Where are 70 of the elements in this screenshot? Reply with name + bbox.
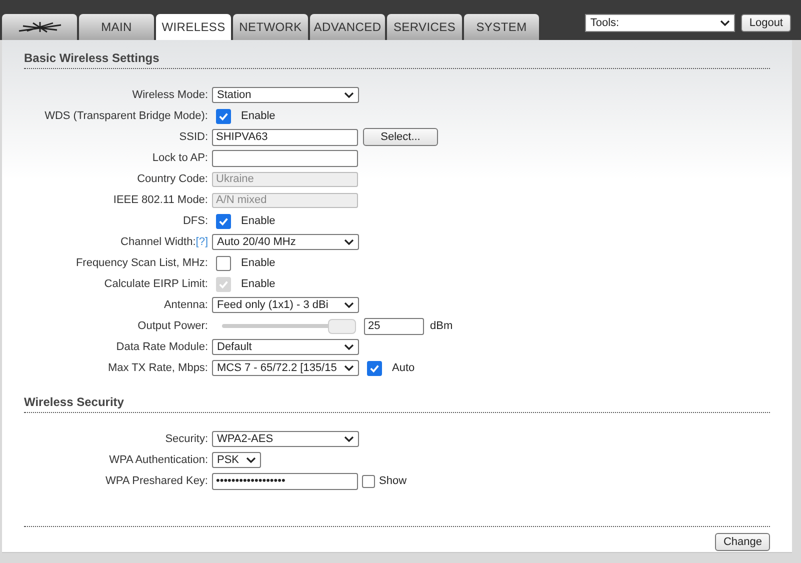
checkbox-label: Enable [241, 278, 276, 290]
field-label: WPA Preshared Key: [105, 475, 208, 487]
caret-icon [344, 239, 354, 245]
caret-icon [344, 344, 354, 350]
tools-dropdown[interactable]: Tools: [585, 14, 736, 32]
logo-tab[interactable] [2, 14, 77, 40]
field-label: Max TX Rate, Mbps: [108, 362, 208, 374]
checkbox[interactable] [362, 474, 375, 488]
caret-icon [246, 457, 256, 463]
checkbox-label: Enable [241, 257, 276, 269]
field-label: Frequency Scan List, MHz: [76, 257, 208, 269]
caret-icon [344, 436, 354, 442]
caret-icon [344, 365, 354, 371]
nav-tab[interactable]: MAIN [79, 14, 154, 40]
field-label: IEEE 802.11 Mode: [113, 194, 208, 206]
checkbox[interactable] [367, 360, 382, 376]
field-label: Antenna: [164, 299, 208, 311]
select-field[interactable]: Default [212, 339, 359, 355]
readonly-field: A/N mixed [212, 192, 358, 208]
checkbox-label: Show [379, 475, 407, 487]
field-label: Security: [165, 433, 208, 445]
power-field[interactable]: 25 [364, 318, 424, 334]
field-label: DFS: [182, 215, 208, 227]
nav-tab[interactable]: SERVICES [387, 14, 462, 40]
select-field[interactable]: PSK [212, 452, 261, 468]
field-label: WPA Authentication: [109, 454, 208, 466]
checkbox[interactable] [216, 214, 231, 228]
section-title: Wireless Security [24, 395, 770, 413]
select-field[interactable]: Auto 20/40 MHz [212, 234, 359, 250]
text-field[interactable] [212, 150, 358, 166]
field-label: WDS (Transparent Bridge Mode): [44, 110, 208, 122]
nav-tab[interactable]: SYSTEM [464, 14, 539, 40]
checkbox[interactable] [216, 256, 231, 270]
power-slider[interactable] [222, 319, 356, 333]
caret-icon [344, 92, 354, 98]
field-label: Country Code: [137, 173, 208, 185]
checkmark-icon [218, 110, 229, 122]
checkbox-label: Enable [241, 215, 276, 227]
select-field[interactable]: MCS 7 - 65/72.2 [135/15 [212, 360, 359, 376]
text-field[interactable]: •••••••••••••••••• [212, 472, 358, 490]
readonly-field: Ukraine [212, 172, 358, 186]
select-button[interactable]: Select... [363, 128, 438, 146]
change-button[interactable]: Change [715, 533, 770, 551]
field-label: Wireless Mode: [132, 89, 208, 101]
checkmark-icon [218, 216, 229, 226]
select-field[interactable]: WPA2-AES [212, 431, 359, 447]
antenna-logo-icon [16, 21, 62, 33]
text-field[interactable]: SHIPVA63 [212, 128, 358, 146]
select-field[interactable]: Station [212, 87, 359, 103]
checkmark-icon [369, 362, 380, 374]
caret-icon [344, 302, 354, 308]
section-title: Basic Wireless Settings [24, 51, 770, 69]
help-link[interactable]: [?] [196, 236, 208, 248]
checkbox[interactable] [216, 108, 231, 124]
unit-label: dBm [430, 320, 453, 332]
field-label: Calculate EIRP Limit: [104, 278, 208, 290]
select-field[interactable]: Feed only (1x1) - 3 dBi [212, 297, 359, 313]
checkbox-label: Auto [392, 362, 415, 374]
logout-button[interactable]: Logout [741, 14, 791, 32]
field-label: Channel Width: [120, 236, 196, 248]
field-label: SSID: [179, 131, 208, 143]
nav-tab[interactable]: WIRELESS [156, 14, 231, 40]
nav-tab[interactable]: NETWORK [233, 14, 308, 40]
checkmark-icon [218, 278, 229, 290]
nav-tab[interactable]: ADVANCED [310, 14, 385, 40]
field-label: Data Rate Module: [116, 341, 208, 353]
field-label: Lock to AP: [152, 152, 208, 164]
field-label: Output Power: [138, 320, 208, 332]
checkbox-label: Enable [241, 110, 276, 122]
caret-icon [720, 20, 730, 26]
